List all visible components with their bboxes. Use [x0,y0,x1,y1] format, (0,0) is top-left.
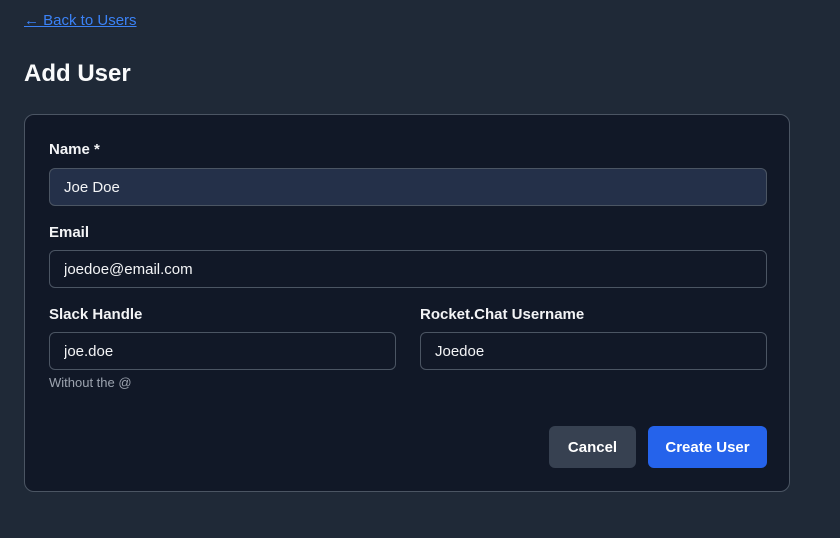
name-input[interactable] [49,168,767,206]
email-input[interactable] [49,250,767,288]
slack-handle-label: Slack Handle [49,306,143,323]
slack-handle-input[interactable] [49,332,396,370]
page-title: Add User [24,60,131,87]
back-to-users-link[interactable]: ← Back to Users [24,12,137,29]
rocketchat-username-label: Rocket.Chat Username [420,306,585,323]
add-user-form: Name * Email Slack Handle Without the @ … [24,114,790,492]
cancel-button[interactable]: Cancel [549,426,636,468]
slack-handle-hint: Without the @ [49,375,132,390]
rocketchat-username-input[interactable] [420,332,767,370]
create-user-button[interactable]: Create User [648,426,767,468]
email-label: Email [49,224,90,241]
name-label: Name * [49,141,100,158]
add-user-page: ← Back to Users Add User Name * Email Sl… [0,0,840,538]
